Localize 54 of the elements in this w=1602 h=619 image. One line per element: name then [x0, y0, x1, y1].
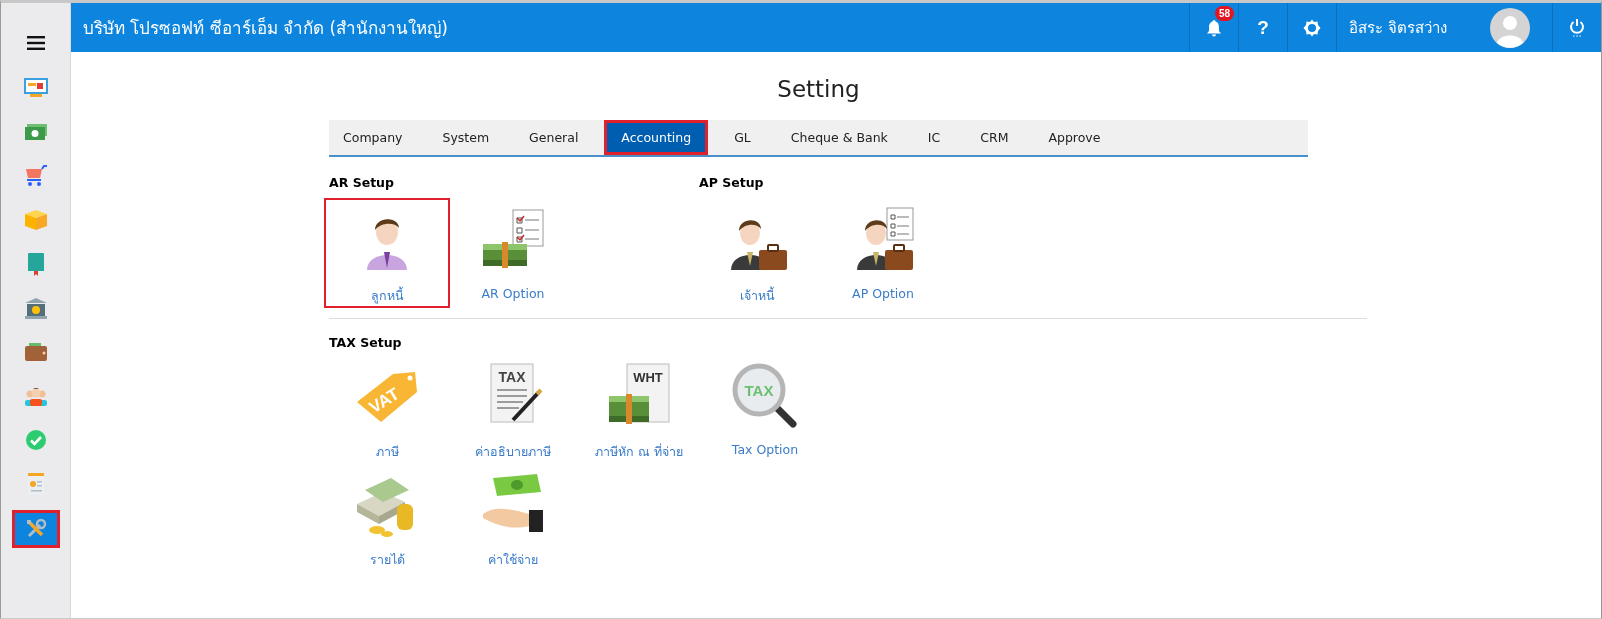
setting-item[interactable]: VAT ภาษี	[324, 362, 450, 470]
section-title: TAX Setup	[329, 335, 403, 350]
avatar-icon[interactable]	[1490, 7, 1530, 48]
banknote-icon	[23, 123, 48, 141]
tab[interactable]: Company	[329, 120, 417, 155]
settings-icon	[1303, 18, 1321, 37]
section-title: AP Setup	[699, 175, 765, 190]
item-label: ค่าใช้จ่าย	[488, 551, 538, 569]
bank-icon	[23, 297, 48, 319]
help-button[interactable]: ?	[1238, 3, 1287, 52]
box-icon	[23, 209, 48, 231]
tab[interactable]: GL	[720, 120, 765, 155]
tab[interactable]: IC	[913, 120, 955, 155]
setting-item[interactable]: TAX ค่าอธิบายภาษี	[450, 362, 576, 470]
shopping-cart-icon	[23, 165, 48, 187]
tab[interactable]: Cheque & Bank	[776, 120, 902, 155]
tools-icon	[24, 518, 47, 540]
setting-item[interactable]: ลูกหนี้	[324, 198, 450, 308]
people-icon	[23, 386, 48, 406]
item-label: AR Option	[481, 286, 545, 301]
power-icon	[1569, 17, 1585, 38]
setting-item[interactable]: รายได้	[324, 470, 450, 578]
setting-item[interactable]: เจ้าหนี้	[694, 198, 820, 308]
check-circle-icon	[24, 429, 47, 451]
setting-item[interactable]: ค่าใช้จ่าย	[450, 470, 576, 578]
wallet-icon	[23, 342, 48, 362]
tab[interactable]: Accounting	[604, 120, 709, 155]
tab[interactable]: CRM	[966, 120, 1023, 155]
menu-icon[interactable]	[26, 36, 45, 50]
tab[interactable]: General	[515, 120, 593, 155]
notification-count: 58	[1215, 6, 1235, 21]
tab[interactable]: Approve	[1034, 120, 1115, 155]
item-label: AP Option	[852, 286, 914, 301]
item-label: Tax Option	[731, 442, 799, 457]
item-label: ภาษีหัก ณ ที่จ่าย	[595, 442, 683, 461]
setting-item[interactable]: AP Option	[820, 198, 946, 308]
item-label: ลูกหนี้	[370, 286, 404, 306]
item-label: เจ้าหนี้	[739, 286, 775, 305]
setting-item[interactable]: TAX Tax Option	[702, 362, 828, 470]
setting-item[interactable]: AR Option	[450, 198, 576, 308]
company-name: บริษัท โปรซอฟท์ ซีอาร์เอ็ม จำกัด (สำนักงานใหญ่)	[82, 16, 448, 40]
user-name[interactable]: อิสระ จิตรสว่าง	[1336, 3, 1473, 52]
section-title: AR Setup	[329, 175, 395, 190]
page-title: Setting	[776, 76, 861, 102]
monitor-icon	[23, 78, 48, 98]
item-label: ภาษี	[375, 443, 399, 461]
bell-icon	[1206, 18, 1222, 37]
setting-item[interactable]: WHT ภาษีหัก ณ ที่จ่าย	[576, 362, 702, 470]
tab[interactable]: System	[428, 120, 504, 155]
sidebar-item[interactable]	[11, 510, 60, 548]
notification-button[interactable]: 58	[1189, 3, 1238, 52]
book-icon	[25, 252, 46, 276]
item-label: ค่าอธิบายภาษี	[475, 443, 551, 461]
item-label: รายได้	[369, 551, 405, 569]
